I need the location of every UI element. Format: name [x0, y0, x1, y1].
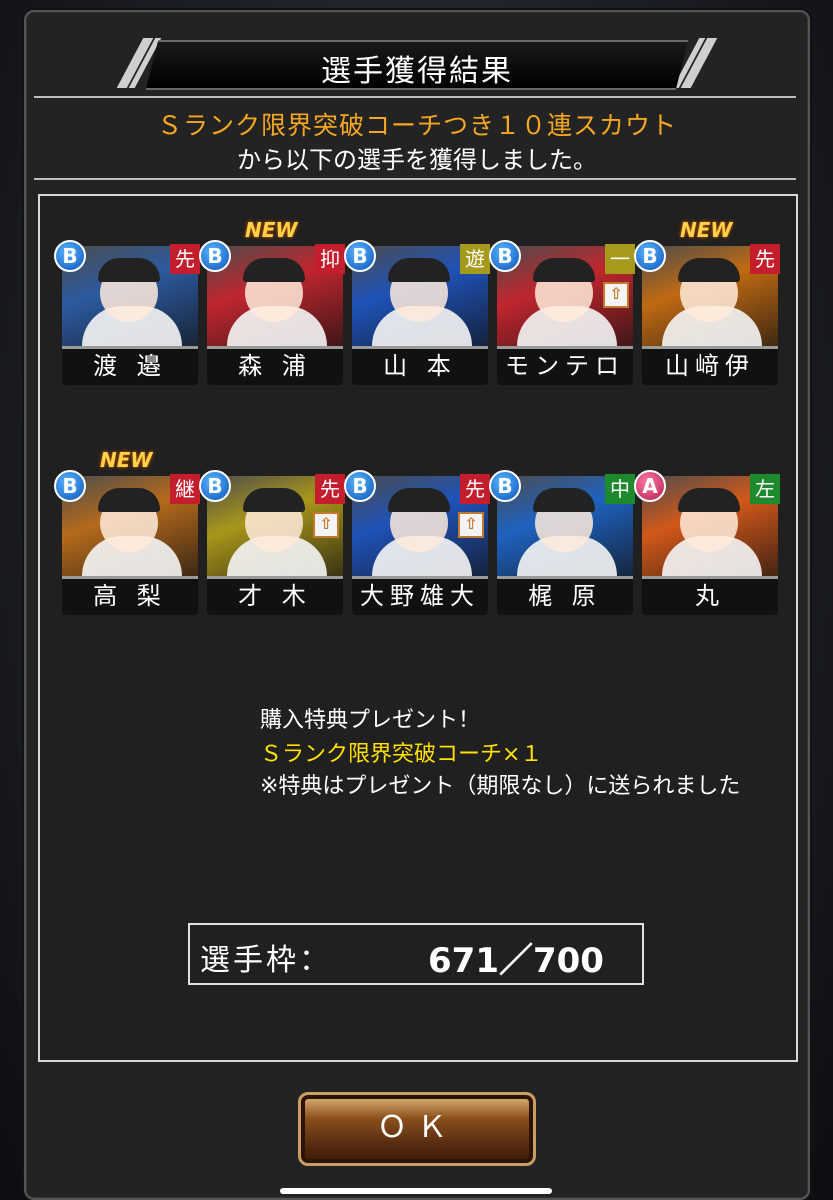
player-name: 大野雄大	[352, 576, 488, 615]
player-cap	[533, 258, 595, 282]
rank-badge: B	[344, 470, 376, 502]
player-card[interactable]: 森 浦 B 抑 NEW	[199, 218, 345, 385]
position-badge: 先	[460, 474, 490, 504]
player-cap	[388, 258, 450, 282]
position-badge: 中	[605, 474, 635, 504]
position-badge: 左	[750, 474, 780, 504]
rank-badge: B	[54, 240, 86, 272]
player-name: 丸	[642, 576, 778, 615]
rank-badge: B	[199, 240, 231, 272]
rank-badge: B	[54, 470, 86, 502]
player-card[interactable]: 大野雄大 B 先 ⇧	[344, 470, 490, 615]
new-label: NEW	[245, 218, 298, 242]
player-slots-value: 671／700	[428, 941, 604, 981]
up-arrow-icon: ⇧	[313, 512, 339, 538]
up-arrow-icon: ⇧	[603, 282, 629, 308]
player-card[interactable]: 高 梨 B 継 NEW	[54, 448, 200, 615]
rank-badge: B	[199, 470, 231, 502]
new-label: NEW	[100, 448, 153, 472]
player-card[interactable]: 梶 原 B 中	[489, 470, 635, 615]
new-label: NEW	[680, 218, 733, 242]
ok-button[interactable]: ＯＫ	[298, 1092, 536, 1166]
player-cap	[98, 488, 160, 512]
bonus-note: ※特典はプレゼント（期限なし）に送られました	[260, 774, 741, 799]
player-name: 森 浦	[207, 346, 343, 385]
player-card[interactable]: 山﨑伊 B 先 NEW	[634, 218, 780, 385]
player-cap	[243, 488, 305, 512]
position-badge: 先	[750, 244, 780, 274]
divider-bottom	[34, 178, 796, 180]
rank-badge: B	[489, 470, 521, 502]
player-name: 山﨑伊	[642, 346, 778, 385]
player-cap	[98, 258, 160, 282]
player-card[interactable]: 丸 A 左	[634, 470, 780, 615]
result-message: から以下の選手を獲得しました。	[237, 146, 597, 174]
player-name: 梶 原	[497, 576, 633, 615]
title-bar: 選手獲得結果	[42, 38, 792, 90]
divider-top	[34, 96, 796, 98]
rank-badge: B	[634, 240, 666, 272]
rank-badge: B	[344, 240, 376, 272]
bonus-heading: 購入特典プレゼント！	[260, 708, 481, 733]
player-card[interactable]: 渡 邉 B 先	[54, 240, 200, 385]
position-badge: 先	[315, 474, 345, 504]
player-name: 高 梨	[62, 576, 198, 615]
player-slots-label: 選手枠：	[200, 943, 332, 978]
player-cap	[678, 488, 740, 512]
player-slots-box: 選手枠： 671／700	[188, 923, 644, 985]
player-cap	[243, 258, 305, 282]
position-badge: 先	[170, 244, 200, 274]
player-card[interactable]: 才 木 B 先 ⇧	[199, 470, 345, 615]
player-card[interactable]: 山 本 B 遊	[344, 240, 490, 385]
rank-badge: A	[634, 470, 666, 502]
player-name: 才 木	[207, 576, 343, 615]
up-arrow-icon: ⇧	[458, 512, 484, 538]
player-cap	[533, 488, 595, 512]
position-badge: 継	[170, 474, 200, 504]
player-cap	[388, 488, 450, 512]
dialog-title: 選手獲得結果	[321, 54, 513, 89]
player-name: モンテロ	[497, 346, 633, 385]
scout-result-dialog: 選手獲得結果 Ｓランク限界突破コーチつき１０連スカウト から以下の選手を獲得しま…	[24, 10, 810, 1200]
bonus-item: Ｓランク限界突破コーチ×１	[260, 742, 543, 767]
player-name: 山 本	[352, 346, 488, 385]
scout-name: Ｓランク限界突破コーチつき１０連スカウト	[156, 111, 677, 140]
position-badge: 遊	[460, 244, 490, 274]
home-indicator[interactable]	[280, 1188, 552, 1194]
position-badge: 一	[605, 244, 635, 274]
player-cap	[678, 258, 740, 282]
position-badge: 抑	[315, 244, 345, 274]
player-card[interactable]: モンテロ B 一 ⇧	[489, 240, 635, 385]
player-name: 渡 邉	[62, 346, 198, 385]
rank-badge: B	[489, 240, 521, 272]
